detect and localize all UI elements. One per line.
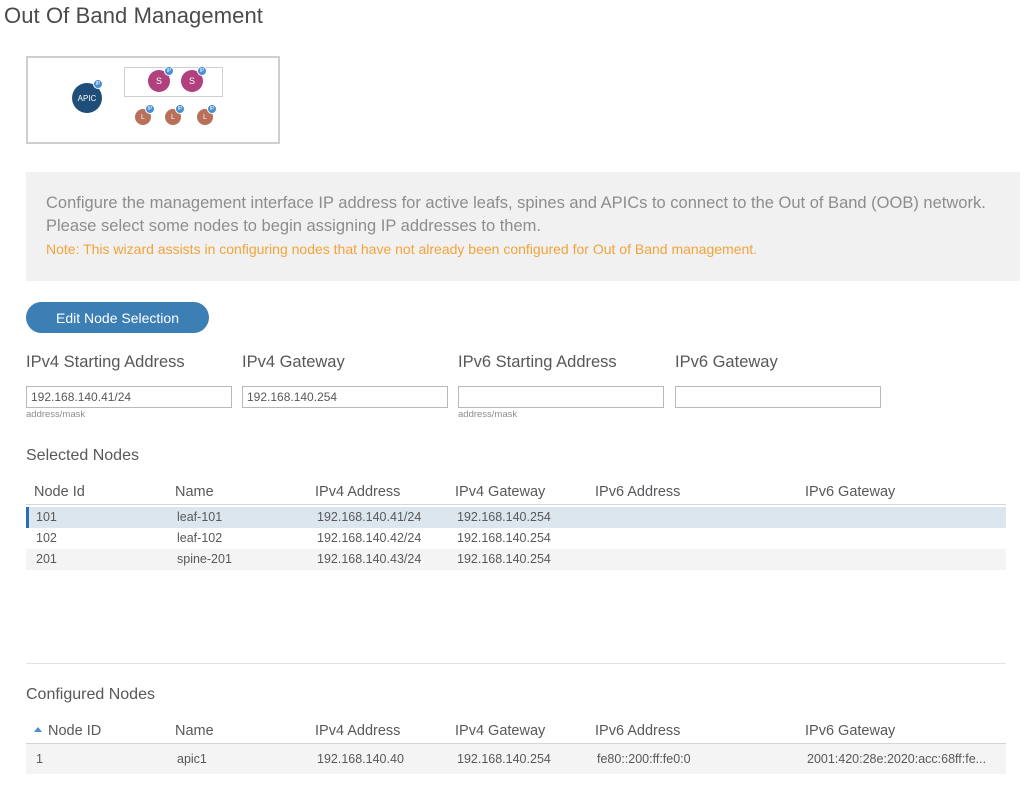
sort-ascending-icon [34, 726, 42, 732]
column-header-ipv6-gateway[interactable]: IPv6 Gateway [805, 723, 895, 739]
column-header-ipv6-address[interactable]: IPv6 Address [595, 723, 680, 739]
ipv6-gateway-label: IPv6 Gateway [675, 353, 778, 371]
leaf-node-icon: L IP [197, 104, 217, 125]
ip-badge-icon: IP [164, 66, 174, 76]
ipv4-gateway-input[interactable] [242, 386, 448, 408]
spine-node-label: S [188, 76, 195, 86]
ip-badge-icon: IP [93, 79, 103, 89]
info-note: Note: This wizard assists in configuring… [46, 241, 758, 257]
column-header-node-id[interactable]: Node ID [34, 723, 101, 739]
table-row[interactable]: 201 spine-201 192.168.140.43/24 192.168.… [26, 549, 1006, 570]
table-row[interactable]: 102 leaf-102 192.168.140.42/24 192.168.1… [26, 528, 1006, 549]
column-header-name[interactable]: Name [175, 723, 214, 739]
ipv6-gateway-input[interactable] [675, 386, 881, 408]
leaf-node-label: L [203, 113, 207, 121]
ip-badge-icon: IP [145, 104, 155, 114]
cell-ipv4-gateway: 192.168.140.254 [457, 752, 551, 766]
leaf-node-icon: L IP [165, 104, 185, 125]
info-description: Configure the management interface IP ad… [46, 194, 986, 235]
column-header-ipv6-address[interactable]: IPv6 Address [595, 484, 680, 500]
section-divider [26, 663, 1006, 664]
cell-name: leaf-102 [177, 531, 223, 545]
spine-node-icon: S IP [181, 66, 207, 92]
cell-name: spine-201 [177, 552, 232, 566]
leaf-node-icon: L IP [135, 104, 155, 125]
table-header: Node Id Name IPv4 Address IPv4 Gateway I… [26, 481, 1006, 505]
ipv6-start-hint: address/mask [458, 409, 518, 420]
configured-nodes-title: Configured Nodes [26, 686, 155, 703]
spine-node-label: S [155, 76, 162, 86]
topology-diagram: APIC IP S IP S IP L IP L IP L IP [26, 56, 280, 144]
ip-badge-icon: IP [207, 104, 217, 114]
table-row[interactable]: 1 apic1 192.168.140.40 192.168.140.254 f… [26, 744, 1006, 774]
ipv4-start-input[interactable] [26, 386, 232, 408]
cell-node-id: 101 [36, 510, 57, 524]
column-header-node-id-label: Node ID [48, 723, 102, 739]
table-row[interactable]: 101 leaf-101 192.168.140.41/24 192.168.1… [26, 507, 1006, 528]
spine-node-icon: S IP [148, 66, 174, 92]
configured-nodes-table: Node ID Name IPv4 Address IPv4 Gateway I… [26, 720, 1006, 774]
ipv4-start-hint: address/mask [26, 409, 86, 420]
cell-ipv4-address: 192.168.140.42/24 [317, 531, 422, 545]
ip-badge-icon: IP [197, 66, 207, 76]
cell-node-id: 1 [36, 752, 43, 766]
column-header-ipv4-gateway[interactable]: IPv4 Gateway [455, 484, 545, 500]
apic-node-label: APIC [77, 93, 97, 103]
selected-nodes-table: Node Id Name IPv4 Address IPv4 Gateway I… [26, 481, 1006, 570]
leaf-node-label: L [141, 113, 145, 121]
cell-node-id: 102 [36, 531, 57, 545]
page-title: Out Of Band Management [4, 3, 264, 28]
column-header-node-id[interactable]: Node Id [34, 484, 85, 500]
cell-ipv6-gateway: 2001:420:28e:2020:acc:68ff:fe... [807, 752, 987, 766]
column-header-name[interactable]: Name [175, 484, 214, 500]
cell-ipv4-gateway: 192.168.140.254 [457, 531, 551, 545]
cell-ipv4-gateway: 192.168.140.254 [457, 510, 551, 524]
edit-node-selection-button[interactable]: Edit Node Selection [26, 302, 209, 333]
leaf-node-label: L [171, 113, 175, 121]
ipv4-gateway-label: IPv4 Gateway [242, 353, 345, 371]
cell-ipv4-gateway: 192.168.140.254 [457, 552, 551, 566]
cell-ipv6-address: fe80::200:ff:fe0:0 [597, 752, 691, 766]
column-header-ipv4-address[interactable]: IPv4 Address [315, 484, 400, 500]
ipv4-start-label: IPv4 Starting Address [26, 353, 185, 371]
cell-name: leaf-101 [177, 510, 223, 524]
cell-name: apic1 [177, 752, 207, 766]
ipv6-start-label: IPv6 Starting Address [458, 353, 617, 371]
ip-badge-icon: IP [175, 104, 185, 114]
apic-node-icon: APIC IP [72, 79, 103, 113]
table-header: Node ID Name IPv4 Address IPv4 Gateway I… [26, 720, 1006, 744]
selected-nodes-title: Selected Nodes [26, 447, 139, 464]
ipv6-start-input[interactable] [458, 386, 664, 408]
cell-ipv4-address: 192.168.140.40 [317, 752, 404, 766]
info-panel: Configure the management interface IP ad… [26, 172, 1020, 281]
cell-ipv4-address: 192.168.140.41/24 [317, 510, 422, 524]
cell-ipv4-address: 192.168.140.43/24 [317, 552, 422, 566]
column-header-ipv4-address[interactable]: IPv4 Address [315, 723, 400, 739]
column-header-ipv6-gateway[interactable]: IPv6 Gateway [805, 484, 895, 500]
column-header-ipv4-gateway[interactable]: IPv4 Gateway [455, 723, 545, 739]
cell-node-id: 201 [36, 552, 57, 566]
